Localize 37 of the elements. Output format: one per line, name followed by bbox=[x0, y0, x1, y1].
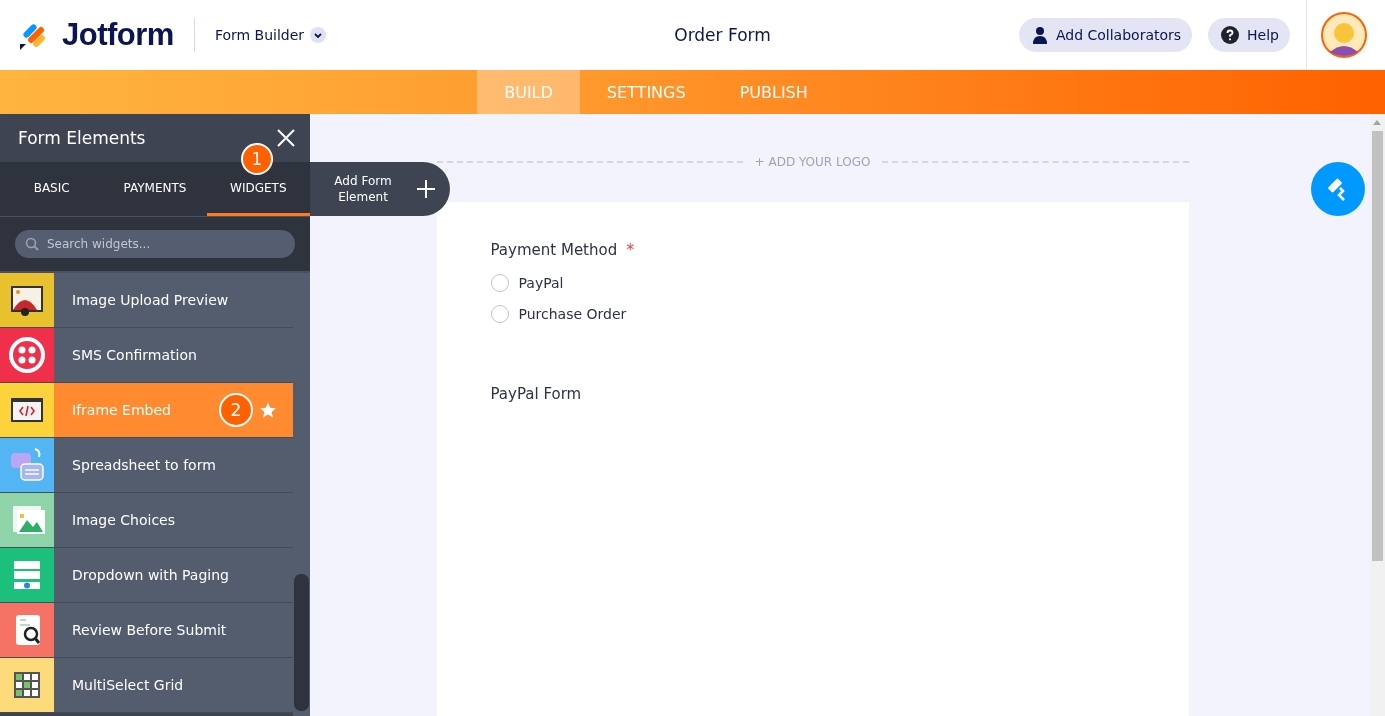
panel-tab[interactable]: BASIC bbox=[0, 162, 104, 216]
radio-option[interactable]: PayPal bbox=[490, 267, 1135, 298]
scrollbar-thumb[interactable] bbox=[1372, 131, 1383, 561]
help-button[interactable]: Help bbox=[1208, 18, 1290, 52]
section-heading: PayPal Form bbox=[490, 385, 583, 403]
form-builder-menu[interactable]: Form Builder bbox=[214, 27, 327, 43]
panel-tab[interactable]: PAYMENTS bbox=[103, 162, 207, 216]
widget-item[interactable]: Review Before Submit bbox=[0, 603, 293, 658]
question-label: Payment Method bbox=[490, 241, 618, 259]
search-icon bbox=[25, 237, 39, 251]
scroll-up-icon[interactable] bbox=[1373, 120, 1381, 125]
chevron-icon bbox=[310, 27, 327, 43]
widget-item[interactable]: Dropdown with Paging bbox=[0, 548, 293, 603]
form-title[interactable]: Order Form bbox=[326, 25, 1019, 45]
panel-title: Form Elements bbox=[18, 128, 146, 148]
plus-icon bbox=[416, 179, 436, 199]
search-field[interactable]: Search widgets... bbox=[15, 230, 295, 258]
sms-icon bbox=[7, 335, 47, 375]
widget-item[interactable]: MultiSelect Grid bbox=[0, 658, 293, 713]
help-icon bbox=[1221, 26, 1240, 44]
step-badge: 2 bbox=[219, 393, 253, 427]
brand-name[interactable]: Jotform bbox=[62, 17, 174, 53]
star-icon[interactable] bbox=[259, 401, 277, 419]
scrollbar-thumb[interactable] bbox=[294, 574, 309, 711]
required-mark: * bbox=[626, 240, 635, 259]
widget-item[interactable]: SMS Confirmation bbox=[0, 328, 293, 383]
radio-option[interactable]: Purchase Order bbox=[490, 298, 1135, 329]
person-icon bbox=[1031, 26, 1048, 44]
form-designer-button[interactable] bbox=[1311, 162, 1365, 216]
widget-item[interactable]: Image Choices bbox=[0, 493, 293, 548]
close-icon[interactable] bbox=[277, 129, 295, 147]
avatar[interactable] bbox=[1321, 12, 1367, 58]
widget-item[interactable]: Spreadsheet to form bbox=[0, 438, 293, 493]
add-collaborators-button[interactable]: Add Collaborators bbox=[1018, 18, 1193, 52]
widget-item[interactable]: Image Upload Preview bbox=[0, 273, 293, 328]
step-badge: 1 bbox=[241, 143, 273, 175]
add-form-element-button[interactable]: Add Form Element bbox=[310, 162, 450, 216]
